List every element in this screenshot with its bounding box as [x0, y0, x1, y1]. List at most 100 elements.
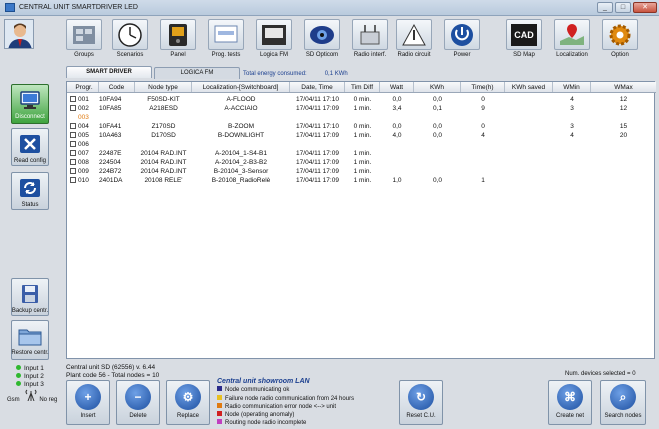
table-row[interactable]: 005 10A463 D170SD B-DOWNLIGHT 17/04/11 17:09…	[67, 131, 656, 140]
cell-wmin	[553, 158, 591, 167]
col-header[interactable]: KWh	[414, 82, 461, 92]
cell-code	[99, 140, 135, 149]
cell-type: 20104 RAD.INT	[140, 159, 187, 166]
disconnect-button[interactable]: Disconnect	[11, 84, 49, 124]
cell-time: 0	[481, 96, 485, 103]
delete-label: Delete	[129, 413, 147, 419]
table-row[interactable]: 004 10FA41 Z170SD B-ZOOM 17/04/11 17:10 0 min…	[67, 122, 656, 131]
restore-label: Restore centr.	[11, 350, 49, 356]
search-icon: ⌕	[610, 384, 636, 410]
toolbar-button-sd-opticom[interactable]: SD Opticom	[304, 19, 340, 62]
status-button[interactable]: Status	[11, 172, 49, 210]
minimize-button[interactable]: _	[597, 2, 613, 13]
legend-swatch	[217, 419, 222, 425]
cell-code: 10FA41	[99, 123, 122, 130]
cell-watt	[380, 149, 414, 158]
table-row[interactable]: 009 224B72 20104 RAD.INT B-20104_3-Sensor 17…	[67, 167, 656, 176]
close-button[interactable]: ✕	[633, 2, 657, 13]
col-header[interactable]: Progr.	[67, 82, 99, 92]
legend-item: Radio communication error node <--> unit	[217, 402, 354, 411]
radio-circuit-icon	[396, 19, 432, 50]
cell-wmin	[553, 140, 591, 149]
delete-button[interactable]: − Delete	[116, 380, 160, 425]
create-net-button[interactable]: ⌘ Create net	[548, 380, 592, 425]
prog-tests-icon	[208, 19, 244, 50]
unit-version: Central unit SD (62556) v. 6.44	[66, 364, 156, 371]
table-row[interactable]: 002 10FA85 A218ESD A-ACCIAIO 17/04/11 17:09 1…	[67, 104, 656, 113]
toolbar-button-radio-interf[interactable]: Radio interf.	[352, 19, 388, 62]
cell-progr: 006	[67, 140, 99, 149]
nodes-table[interactable]: Progr. Code Node type Localization-[Swit…	[66, 81, 656, 359]
search-nodes-button[interactable]: ⌕ Search nodes	[600, 380, 646, 425]
reset-cu-button[interactable]: ↻ Reset C.U.	[399, 380, 443, 425]
table-row[interactable]: 001 10FA94 F50SD-KIT A-FLOOD 17/04/11 17:10 0…	[67, 95, 656, 104]
table-row[interactable]: 006	[67, 140, 656, 149]
cell-watt: 0,0	[392, 96, 402, 103]
tools-icon	[17, 132, 43, 156]
row-checkbox[interactable]	[70, 177, 76, 183]
toolbar-button-panel[interactable]: Panel	[160, 19, 196, 62]
toolbar-button-sd-map[interactable]: CAD SD Map	[506, 19, 542, 62]
devices-selected: Num. devices selected = 0	[565, 371, 636, 377]
col-header[interactable]: WMin	[553, 82, 591, 92]
app-icon	[5, 3, 15, 12]
col-header[interactable]: Time(h)	[461, 82, 505, 92]
row-checkbox[interactable]	[70, 132, 76, 138]
cell-code: 10FA85	[99, 105, 122, 112]
row-checkbox[interactable]	[70, 168, 76, 174]
cell-loc: A-20104_1-S4-B1	[214, 150, 268, 157]
col-header[interactable]: Tim Diff	[345, 82, 380, 92]
gear-icon	[602, 19, 638, 50]
cell-diff: 1 min.	[353, 150, 372, 157]
toolbar-label: Radio interf.	[353, 52, 387, 58]
cell-loc: B-20104_3-Sensor	[213, 168, 269, 175]
cell-type: Z170SD	[151, 123, 176, 130]
cell-wmin: 4	[570, 132, 574, 139]
input-3: Input 3	[16, 381, 44, 389]
row-checkbox[interactable]	[70, 123, 76, 129]
col-header[interactable]: WMax	[591, 82, 656, 92]
toolbar-button-option[interactable]: Option	[602, 19, 638, 62]
cell-code	[99, 113, 135, 122]
toolbar-button-prog-tests[interactable]: Prog. tests	[208, 19, 244, 62]
cell-kwh	[414, 113, 461, 122]
col-header[interactable]: Node type	[135, 82, 192, 92]
cell-date: 17/04/11 17:09	[296, 177, 339, 184]
legend-title: Central unit showroom LAN	[217, 378, 310, 385]
legend-swatch	[217, 394, 222, 400]
toolbar-button-radio-circuit[interactable]: Radio circuit	[396, 19, 432, 62]
tab-smart-driver[interactable]: SMART DRIVER	[66, 66, 152, 78]
row-checkbox[interactable]	[70, 141, 76, 147]
toolbar-button-power[interactable]: Power	[444, 19, 480, 62]
table-row[interactable]: 003	[67, 113, 656, 122]
maximize-button[interactable]: □	[615, 2, 631, 13]
table-row[interactable]: 008 224504 20104 RAD.INT A-20104_2-B3-B2 17/…	[67, 158, 656, 167]
row-checkbox[interactable]	[70, 96, 76, 102]
replace-button[interactable]: ⚙ Replace	[166, 380, 210, 425]
tab-logica-fm[interactable]: LOGICA FM	[154, 67, 240, 79]
toolbar-button-localization[interactable]: Localization	[554, 19, 590, 62]
antenna-icon	[25, 389, 37, 401]
col-header[interactable]: Watt	[380, 82, 414, 92]
create-net-label: Create net	[555, 413, 585, 419]
legend-swatch	[217, 402, 222, 408]
col-header[interactable]: Date, Time	[290, 82, 345, 92]
cell-loc: B-20108_RadioRelè	[211, 177, 271, 184]
row-checkbox[interactable]	[70, 150, 76, 156]
col-header[interactable]: Localization-[Switchboard]	[192, 82, 290, 92]
row-checkbox[interactable]	[70, 105, 76, 111]
toolbar-button-logica-fm[interactable]: Logica FM	[256, 19, 292, 62]
col-header[interactable]: Code	[99, 82, 135, 92]
table-row[interactable]: 007 22487E 20104 RAD.INT A-20104_1-S4-B1 17/…	[67, 149, 656, 158]
row-checkbox[interactable]	[70, 159, 76, 165]
backup-button[interactable]: Backup centr.	[11, 278, 49, 316]
insert-button[interactable]: + Insert	[66, 380, 110, 425]
toolbar-button-groups[interactable]: Groups	[66, 19, 102, 62]
table-row[interactable]: 010 2401DA 20108 RELE' B-20108_RadioRelè 17/…	[67, 176, 656, 185]
toolbar-button-scenarios[interactable]: Scenarios	[112, 19, 148, 62]
toolbar-label: SD Opticom	[305, 52, 339, 58]
read-config-button[interactable]: Read config	[11, 128, 49, 166]
col-header[interactable]: KWh saved	[505, 82, 553, 92]
restore-button[interactable]: Restore centr.	[11, 320, 49, 360]
input-led	[16, 365, 21, 370]
